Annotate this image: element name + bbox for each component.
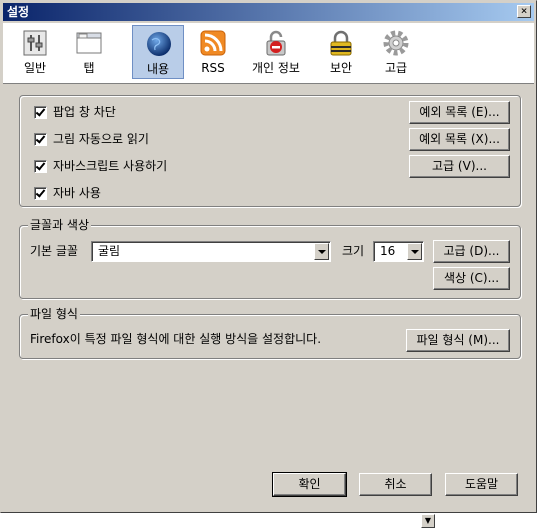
- chevron-down-icon[interactable]: [407, 243, 422, 260]
- fonts-colors-legend: 글꼴과 색상: [28, 218, 92, 232]
- scroll-down-arrow[interactable]: ▼: [421, 514, 435, 528]
- tab-label: RSS: [201, 61, 225, 75]
- image-exceptions-button[interactable]: 예외 목록 (X)...: [409, 128, 510, 151]
- block-popups-label: 팝업 창 차단: [53, 105, 116, 119]
- options-dialog: 설정 × 일반 탭 내용 RSS 개인 정보 보안 고급 팝업 창 차단 그림 …: [0, 0, 537, 513]
- window-title: 설정: [7, 5, 30, 19]
- javascript-advanced-button[interactable]: 고급 (V)...: [409, 155, 510, 178]
- tab-content[interactable]: 내용: [132, 25, 184, 79]
- font-size-value: 16: [380, 244, 396, 258]
- tab-privacy[interactable]: 개인 정보: [243, 25, 309, 79]
- tab-tabs[interactable]: 탭: [63, 25, 115, 79]
- content-options-panel: 팝업 창 차단 그림 자동으로 읽기 자바스크립트 사용하기 자바 사용 예외 …: [19, 95, 521, 207]
- enable-javascript-label: 자바스크립트 사용하기: [53, 159, 168, 173]
- tab-label: 일반: [23, 61, 47, 75]
- load-images-label: 그림 자동으로 읽기: [53, 132, 149, 146]
- popup-exceptions-button[interactable]: 예외 목록 (E)...: [409, 101, 510, 124]
- tab-advanced[interactable]: 고급: [370, 25, 422, 79]
- font-size-label: 크기: [342, 244, 365, 258]
- tab-label: 보안: [329, 61, 353, 75]
- security-icon: [330, 30, 352, 56]
- tabs-icon: [76, 32, 102, 54]
- font-size-select[interactable]: 16: [373, 241, 424, 262]
- background-window-strip: [541, 0, 547, 529]
- block-popups-checkbox[interactable]: [34, 106, 47, 119]
- help-button[interactable]: 도움말: [445, 473, 518, 496]
- file-types-legend: 파일 형식: [28, 307, 80, 321]
- rss-icon: [200, 30, 226, 56]
- category-toolbar: 일반 탭 내용 RSS 개인 정보 보안 고급: [3, 23, 534, 84]
- title-bar: 설정 ×: [3, 3, 534, 21]
- enable-java-label: 자바 사용: [53, 186, 101, 200]
- privacy-icon: [266, 30, 286, 56]
- tab-label: 탭: [83, 61, 95, 75]
- cancel-button[interactable]: 취소: [359, 473, 432, 496]
- default-font-value: 굴림: [98, 244, 121, 258]
- advanced-icon: [383, 30, 409, 56]
- file-types-description: Firefox이 특정 파일 형식에 대한 실행 방식을 설정합니다.: [30, 332, 322, 346]
- tab-label: 고급: [384, 61, 408, 75]
- tab-rss[interactable]: RSS: [187, 25, 239, 79]
- tab-label: 개인 정보: [252, 61, 300, 75]
- tab-general[interactable]: 일반: [9, 25, 61, 79]
- default-font-label: 기본 글꼴: [30, 244, 78, 258]
- default-font-select[interactable]: 굴림: [91, 241, 331, 262]
- general-icon: [23, 30, 47, 56]
- fonts-advanced-button[interactable]: 고급 (D)...: [433, 240, 510, 263]
- load-images-checkbox[interactable]: [34, 133, 47, 146]
- content-icon: [147, 32, 171, 56]
- close-button[interactable]: ×: [517, 5, 531, 18]
- ok-button[interactable]: 확인: [272, 472, 347, 497]
- colors-button[interactable]: 색상 (C)...: [433, 267, 510, 290]
- fonts-colors-panel: 글꼴과 색상 기본 글꼴 굴림 크기 16 고급 (D)... 색상 (C)..…: [19, 218, 521, 299]
- enable-javascript-checkbox[interactable]: [34, 160, 47, 173]
- file-types-button[interactable]: 파일 형식 (M)...: [406, 329, 510, 352]
- tab-security[interactable]: 보안: [315, 25, 367, 79]
- tab-label: 내용: [146, 62, 170, 76]
- file-types-panel: 파일 형식 Firefox이 특정 파일 형식에 대한 실행 방식을 설정합니다…: [19, 307, 521, 359]
- chevron-down-icon[interactable]: [314, 243, 329, 260]
- enable-java-checkbox[interactable]: [34, 187, 47, 200]
